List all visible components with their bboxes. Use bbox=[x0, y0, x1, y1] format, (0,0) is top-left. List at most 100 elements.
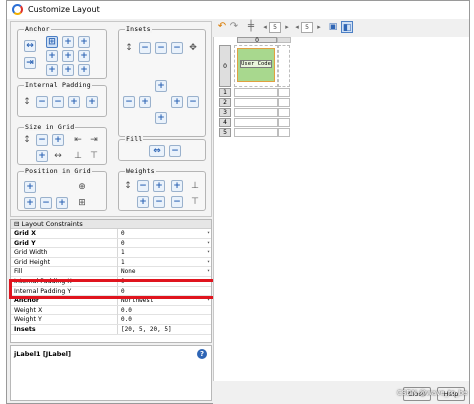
chevron-down-icon[interactable]: ▾ bbox=[207, 229, 210, 238]
grid-width-shrink-icon[interactable]: ⇤ bbox=[72, 134, 84, 146]
constraint-value-text: [20, 5, 20, 5] bbox=[121, 325, 172, 333]
constraint-row: Fill None ▾ bbox=[11, 267, 211, 277]
padding-decrease-x-icon[interactable]: − bbox=[52, 96, 64, 108]
anchor-south-icon[interactable]: + bbox=[62, 64, 74, 76]
weight-x-decrease-icon[interactable]: + bbox=[137, 196, 149, 208]
weight-x-max-icon[interactable]: ⊤ bbox=[189, 196, 201, 208]
component-info-panel: jLabel1 [JLabel] ? bbox=[10, 345, 212, 401]
constraint-value[interactable]: 0.0 bbox=[117, 315, 212, 325]
collapse-icon[interactable]: ⊟ bbox=[14, 220, 19, 228]
grid-cell-0-1[interactable] bbox=[234, 88, 278, 97]
spin1-field[interactable]: 5 bbox=[269, 22, 281, 33]
grid-width-icon[interactable]: ↔ bbox=[52, 150, 64, 162]
grid-cell-1-2[interactable] bbox=[278, 98, 290, 107]
weight-y-decrease-icon[interactable]: − bbox=[137, 180, 149, 192]
insets-vertical-icon[interactable]: ↕ bbox=[123, 42, 135, 54]
constraint-value[interactable]: 0 ▾ bbox=[117, 229, 212, 238]
padding-increase-x-icon[interactable]: + bbox=[68, 96, 80, 108]
chevron-down-icon[interactable]: ▾ bbox=[207, 239, 210, 248]
chevron-down-icon[interactable]: ▾ bbox=[207, 248, 210, 257]
padding-decrease-y-icon[interactable]: − bbox=[36, 96, 48, 108]
row-header-1[interactable]: 1 bbox=[219, 88, 231, 97]
grid-cell-0-3[interactable] bbox=[234, 108, 278, 117]
redo-icon[interactable]: ↷ bbox=[228, 21, 240, 33]
size-in-grid-group-title: Size in Grid bbox=[24, 123, 76, 131]
move-up-icon[interactable]: + bbox=[24, 181, 36, 193]
column-header-empty bbox=[277, 37, 291, 43]
constraint-value[interactable]: 1 ▾ bbox=[117, 248, 212, 258]
constraint-value[interactable]: [20, 5, 20, 5] bbox=[117, 324, 212, 334]
insets-increase-left-icon[interactable]: + bbox=[139, 96, 151, 108]
anchor-northwest-icon[interactable]: ⊞ bbox=[46, 36, 58, 48]
anchor-horizontal-icon[interactable]: ↔ bbox=[24, 40, 36, 52]
user-code-label-component[interactable]: User Code bbox=[237, 48, 275, 82]
chevron-down-icon[interactable]: ▾ bbox=[207, 258, 210, 267]
weight-y-default-icon[interactable]: + bbox=[171, 180, 183, 192]
grid-cell-1-0[interactable] bbox=[278, 45, 290, 87]
insets-decrease-right-icon[interactable]: − bbox=[187, 96, 199, 108]
weight-y-icon[interactable]: ↕ bbox=[122, 180, 134, 192]
anchor-baseline-icon[interactable]: ⇥ bbox=[24, 57, 36, 69]
constraint-value[interactable]: 0 ▾ bbox=[117, 238, 212, 248]
insets-top-icon[interactable]: − bbox=[155, 42, 167, 54]
insets-increase-top-icon[interactable]: + bbox=[155, 80, 167, 92]
row-header-2[interactable]: 2 bbox=[219, 98, 231, 107]
insets-left-icon[interactable]: − bbox=[139, 42, 151, 54]
grid-cell-0-5[interactable] bbox=[234, 128, 278, 137]
grid-width-grow-icon[interactable]: ⇥ bbox=[88, 134, 100, 146]
insets-all-icon[interactable]: ✥ bbox=[187, 42, 199, 54]
anchor-southwest-icon[interactable]: + bbox=[46, 64, 58, 76]
grid-remainder-icon[interactable]: ⊥ bbox=[72, 150, 84, 162]
row-header-0[interactable]: 0 bbox=[219, 45, 231, 87]
spin2-field[interactable]: 5 bbox=[301, 22, 313, 33]
anchor-southeast-icon[interactable]: + bbox=[78, 64, 90, 76]
grid-height-decrease-icon[interactable]: − bbox=[36, 134, 48, 146]
preview-icon[interactable]: ▣ bbox=[327, 21, 339, 33]
grid-cell-1-1[interactable] bbox=[278, 88, 290, 97]
grid-cell-1-5[interactable] bbox=[278, 128, 290, 137]
insets-bottom-icon[interactable]: − bbox=[171, 42, 183, 54]
chevron-down-icon[interactable]: ▾ bbox=[207, 267, 210, 276]
padding-increase-y-icon[interactable]: + bbox=[86, 96, 98, 108]
constraint-value[interactable]: 1 ▾ bbox=[117, 257, 212, 267]
anchor-north-icon[interactable]: + bbox=[62, 36, 74, 48]
column-header-0[interactable]: 0 bbox=[237, 37, 277, 44]
grid-width-decrease-icon[interactable]: + bbox=[36, 150, 48, 162]
grid-cell-0-4[interactable] bbox=[234, 118, 278, 127]
anchor-west-icon[interactable]: + bbox=[46, 50, 58, 62]
fill-both-icon[interactable]: ⇔ bbox=[149, 145, 165, 157]
show-grid-icon[interactable]: ◧ bbox=[341, 21, 353, 33]
insets-increase-right-icon[interactable]: + bbox=[171, 96, 183, 108]
grid-height-increase-icon[interactable]: + bbox=[52, 134, 64, 146]
position-reset-icon[interactable]: ⊞ bbox=[76, 197, 88, 209]
move-left-icon[interactable]: + bbox=[24, 197, 36, 209]
weight-x-increase-icon[interactable]: − bbox=[153, 196, 165, 208]
undo-icon[interactable]: ↶ bbox=[216, 21, 228, 33]
grid-cell-1-3[interactable] bbox=[278, 108, 290, 117]
move-right-icon[interactable]: + bbox=[56, 197, 68, 209]
position-relative-icon[interactable]: ⊕ bbox=[76, 181, 88, 193]
padding-vertical-icon[interactable]: ↕ bbox=[21, 96, 33, 108]
constraint-value[interactable]: None ▾ bbox=[117, 267, 212, 277]
anchor-center-icon[interactable]: + bbox=[62, 50, 74, 62]
anchor-east-icon[interactable]: + bbox=[78, 50, 90, 62]
grid-height-icon[interactable]: ↕ bbox=[21, 134, 33, 146]
grid-cell-1-4[interactable] bbox=[278, 118, 290, 127]
weight-x-default-icon[interactable]: − bbox=[171, 196, 183, 208]
help-icon[interactable]: ? bbox=[197, 349, 207, 359]
move-down-icon[interactable]: − bbox=[40, 197, 52, 209]
constraint-value[interactable]: 0.0 bbox=[117, 305, 212, 315]
fill-none-icon[interactable]: − bbox=[169, 145, 181, 157]
row-header-5[interactable]: 5 bbox=[219, 128, 231, 137]
weight-y-increase-icon[interactable]: + bbox=[153, 180, 165, 192]
spin2-up-icon[interactable]: ▸ bbox=[313, 21, 325, 33]
anchor-northeast-icon[interactable]: + bbox=[78, 36, 90, 48]
weight-y-max-icon[interactable]: ⊥ bbox=[189, 180, 201, 192]
row-header-3[interactable]: 3 bbox=[219, 108, 231, 117]
row-icon[interactable]: ╪ bbox=[245, 21, 257, 33]
insets-decrease-left-icon[interactable]: − bbox=[123, 96, 135, 108]
grid-cell-0-2[interactable] bbox=[234, 98, 278, 107]
insets-increase-bottom-icon[interactable]: + bbox=[155, 112, 167, 124]
grid-relative-icon[interactable]: ⊤ bbox=[88, 150, 100, 162]
row-header-4[interactable]: 4 bbox=[219, 118, 231, 127]
